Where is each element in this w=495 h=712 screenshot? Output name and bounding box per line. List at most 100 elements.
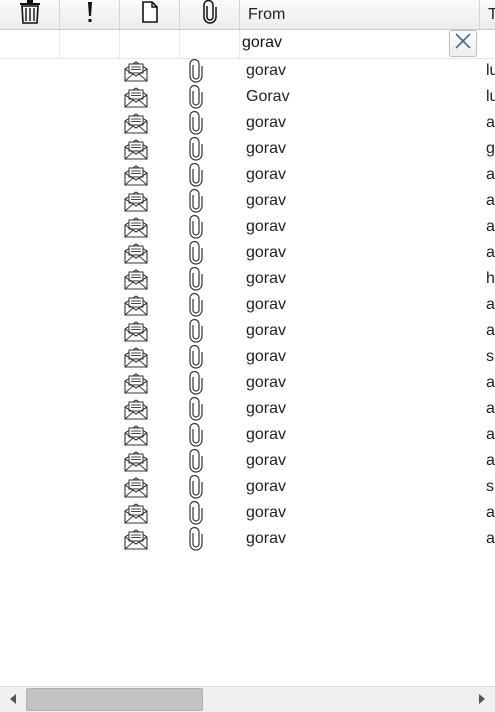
chevron-right-icon	[478, 691, 486, 709]
column-attachment[interactable]	[180, 0, 240, 29]
table-row[interactable]: gorav a	[0, 110, 495, 136]
table-row[interactable]: gorav a	[0, 188, 495, 214]
row-to: lu	[486, 88, 495, 105]
row-from: gorav	[246, 296, 287, 313]
row-from: gorav	[246, 192, 287, 209]
table-row[interactable]: gorav a	[0, 214, 495, 240]
column-delete[interactable]	[0, 0, 60, 29]
row-from: gorav	[246, 426, 287, 443]
envelope-read-icon	[124, 217, 148, 238]
table-row[interactable]: gorav s	[0, 474, 495, 500]
table-row[interactable]: gorav g	[0, 136, 495, 162]
row-from: gorav	[246, 478, 287, 495]
row-to: a	[486, 244, 495, 261]
row-from: gorav	[246, 140, 287, 157]
row-from: gorav	[246, 530, 287, 547]
row-to: a	[486, 296, 495, 313]
row-from: gorav	[246, 270, 287, 287]
row-from: gorav	[246, 348, 287, 365]
row-to: a	[486, 400, 495, 417]
table-row[interactable]: gorav a	[0, 292, 495, 318]
close-icon	[454, 32, 472, 55]
row-to: a	[486, 452, 495, 469]
column-header: From T	[0, 0, 495, 30]
table-row[interactable]: gorav h	[0, 266, 495, 292]
column-from[interactable]: From	[240, 0, 480, 29]
table-row[interactable]: gorav a	[0, 240, 495, 266]
envelope-read-icon	[124, 321, 148, 342]
row-from: gorav	[246, 218, 287, 235]
row-from: gorav	[246, 400, 287, 417]
table-row[interactable]: gorav lu	[0, 58, 495, 84]
attachment-icon	[187, 500, 205, 525]
attachment-icon	[187, 292, 205, 317]
priority-icon	[86, 0, 94, 29]
scrollbar-track[interactable]	[26, 687, 469, 712]
table-row[interactable]: gorav s	[0, 344, 495, 370]
attachment-icon	[187, 422, 205, 447]
row-to: a	[486, 504, 495, 521]
row-from: gorav	[246, 114, 287, 131]
envelope-read-icon	[124, 139, 148, 160]
table-row[interactable]: gorav a	[0, 422, 495, 448]
envelope-read-icon	[124, 477, 148, 498]
table-row[interactable]: gorav a	[0, 318, 495, 344]
filter-row	[0, 30, 495, 59]
attachment-icon	[187, 526, 205, 551]
attachment-icon	[187, 214, 205, 239]
table-row[interactable]: gorav a	[0, 500, 495, 526]
row-to: a	[486, 530, 495, 547]
envelope-read-icon	[124, 399, 148, 420]
clear-filter-button[interactable]	[449, 30, 477, 57]
attachment-icon	[187, 448, 205, 473]
filter-cell-attachment[interactable]	[180, 30, 240, 58]
table-row[interactable]: gorav a	[0, 162, 495, 188]
table-row[interactable]: gorav a	[0, 396, 495, 422]
filter-cell-status[interactable]	[120, 30, 180, 58]
envelope-read-icon	[124, 451, 148, 472]
attachment-icon	[187, 110, 205, 135]
row-to: a	[486, 218, 495, 235]
attachment-icon	[187, 318, 205, 343]
row-from: gorav	[246, 244, 287, 261]
attachment-icon	[187, 136, 205, 161]
envelope-read-icon	[124, 243, 148, 264]
message-list: gorav lu Gorav lu gorav a gorav g gorav …	[0, 58, 495, 686]
scrollbar-thumb[interactable]	[26, 688, 203, 711]
row-to: h	[486, 270, 495, 287]
attachment-icon	[187, 240, 205, 265]
row-to: a	[486, 192, 495, 209]
column-priority[interactable]	[60, 0, 120, 29]
table-row[interactable]: gorav a	[0, 370, 495, 396]
row-to: a	[486, 374, 495, 391]
scroll-left-button[interactable]	[0, 687, 26, 712]
envelope-read-icon	[124, 87, 148, 108]
row-from: gorav	[246, 504, 287, 521]
column-from-label: From	[248, 5, 286, 23]
attachment-icon	[187, 370, 205, 395]
attachment-icon	[187, 188, 205, 213]
row-to: a	[486, 114, 495, 131]
attachment-icon	[202, 0, 218, 29]
attachment-icon	[187, 266, 205, 291]
scroll-right-button[interactable]	[469, 687, 495, 712]
row-from: gorav	[246, 166, 287, 183]
envelope-read-icon	[124, 61, 148, 82]
envelope-read-icon	[124, 373, 148, 394]
row-to: g	[486, 140, 495, 157]
from-filter-input[interactable]	[242, 30, 442, 56]
filter-cell-priority[interactable]	[60, 30, 120, 58]
attachment-icon	[187, 162, 205, 187]
row-to: s	[486, 348, 494, 365]
envelope-read-icon	[124, 165, 148, 186]
envelope-read-icon	[124, 113, 148, 134]
horizontal-scrollbar[interactable]	[0, 686, 495, 712]
table-row[interactable]: gorav a	[0, 526, 495, 552]
envelope-read-icon	[124, 347, 148, 368]
table-row[interactable]: gorav a	[0, 448, 495, 474]
row-to: s	[486, 478, 494, 495]
filter-cell-delete[interactable]	[0, 30, 60, 58]
table-row[interactable]: Gorav lu	[0, 84, 495, 110]
column-to[interactable]: T	[480, 0, 495, 29]
column-status[interactable]	[120, 0, 180, 29]
